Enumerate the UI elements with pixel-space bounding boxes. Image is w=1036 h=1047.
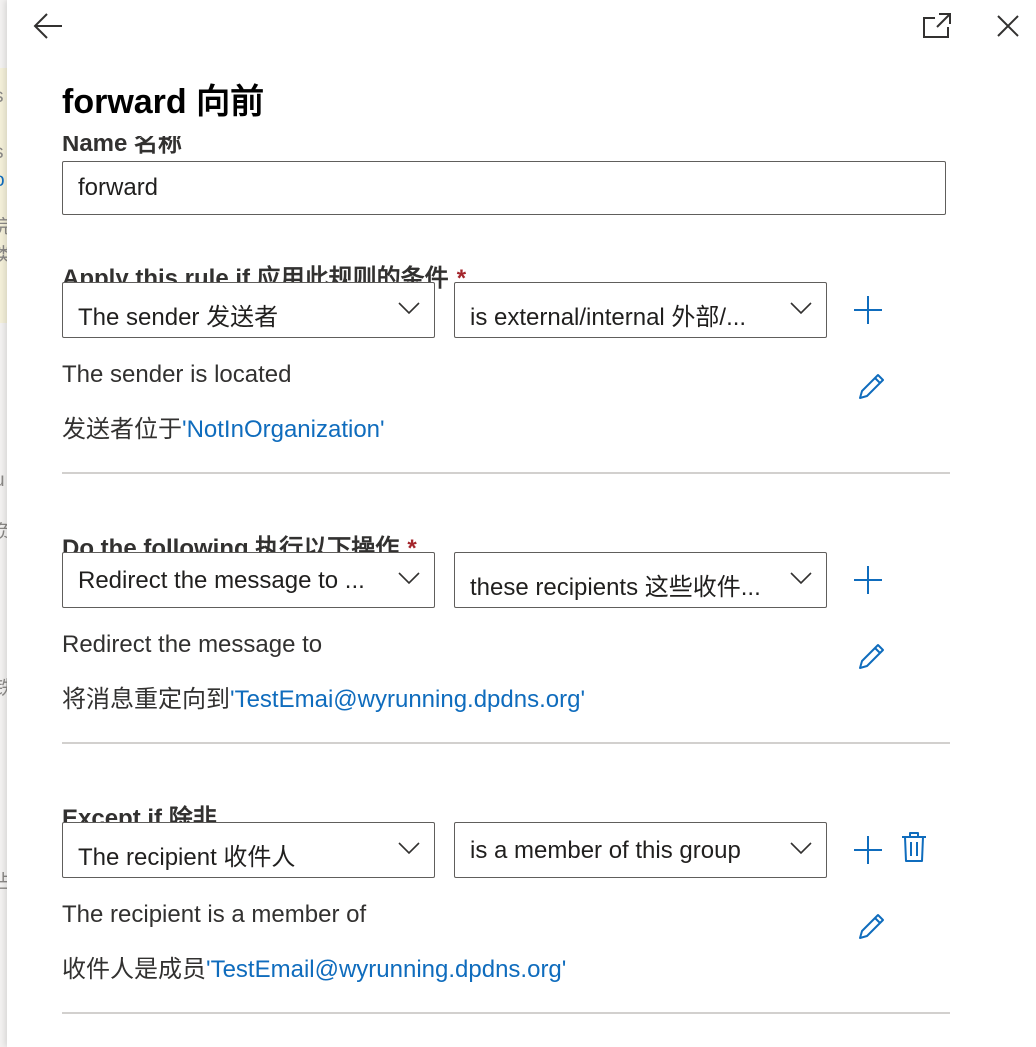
condition-type-dropdown[interactable]: The sender 发送者 [62,282,435,338]
chevron-down-icon [790,572,812,585]
background-text: s [0,86,4,108]
section-divider [62,1012,950,1014]
close-button[interactable] [996,14,1020,38]
edit-action-button[interactable] [857,641,887,676]
action-description: Redirect the message to [62,631,323,658]
background-text: 类 [0,240,7,267]
background-page: s i s o 完 类 f u 负 铁 占 [0,0,7,1047]
background-text: 负 [0,517,7,544]
chevron-down-icon [398,572,420,585]
chevron-down-icon [790,302,812,315]
delete-exception-button[interactable] [901,831,927,868]
edit-exception-button[interactable] [857,911,887,946]
plus-icon [854,836,882,864]
add-condition-button[interactable] [852,294,884,331]
open-in-new-window-icon [923,13,951,38]
dropdown-value: these recipients 这些收件... [470,574,761,601]
plus-icon [854,566,882,594]
action-section: Do the following 执行以下操作 * Redirect the me… [7,528,1036,798]
panel-title: forward 向前 [62,83,265,121]
background-text: 铁 [0,673,7,700]
dropdown-value: The sender 发送者 [78,304,279,331]
background-text: 完 [0,212,7,239]
exception-value-dropdown[interactable]: is a member of this group [454,822,827,878]
exception-section: Except if 除非 The recipient 收件人 is a memb… [7,798,1036,1047]
action-type-dropdown[interactable]: Redirect the message to ... [62,552,435,608]
background-text: 占 [0,867,7,894]
section-divider [62,742,950,744]
dropdown-value: Redirect the message to ... [78,567,365,594]
chevron-down-icon [398,842,420,855]
panel-scroll-area[interactable]: Name 名称 Apply this rule if 应用此规则的条件* The… [7,136,1036,1047]
plus-icon [854,296,882,324]
pencil-icon [859,374,884,399]
condition-section: Apply this rule if 应用此规则的条件 * The sender … [7,258,1036,528]
pencil-icon [859,644,884,669]
chevron-down-icon [790,842,812,855]
close-icon [997,15,1019,37]
rule-edit-panel: forward 向前 Name 名称 Apply this rule if 应用… [7,0,1036,1047]
condition-summary: 发送者位于'NotInOrganization' [62,409,385,444]
dropdown-value: The recipient 收件人 [78,844,296,871]
chevron-down-icon [398,302,420,315]
background-text: u [0,470,5,492]
trash-icon [902,832,926,862]
add-action-button[interactable] [852,564,884,601]
exception-type-dropdown[interactable]: The recipient 收件人 [62,822,435,878]
summary-prefix: 将消息重定向到 [62,686,230,713]
background-text: s [0,142,4,164]
summary-value-link[interactable]: 'TestEmail@wyrunning.dpdns.org' [206,956,566,983]
edit-condition-button[interactable] [857,371,887,406]
condition-description: The sender is located [62,361,292,388]
pencil-icon [859,914,884,939]
summary-prefix: 发送者位于 [62,416,182,443]
summary-value-link[interactable]: 'NotInOrganization' [182,416,385,443]
section-divider [62,472,950,474]
popout-button[interactable] [922,12,952,40]
dropdown-value: is a member of this group [470,837,741,864]
exception-description: The recipient is a member of [62,901,367,928]
back-button[interactable] [32,11,64,41]
action-summary: 将消息重定向到'TestEmai@wyrunning.dpdns.org' [62,679,585,714]
action-value-dropdown[interactable]: these recipients 这些收件... [454,552,827,608]
condition-value-dropdown[interactable]: is external/internal 外部/... [454,282,827,338]
rule-name-input[interactable] [62,161,946,215]
name-label: Name 名称 [62,136,183,157]
arrow-left-icon [33,13,62,39]
summary-value-link[interactable]: 'TestEmai@wyrunning.dpdns.org' [230,686,585,713]
summary-prefix: 收件人是成员 [62,956,206,983]
exception-summary: 收件人是成员'TestEmail@wyrunning.dpdns.org' [62,949,566,984]
add-exception-button[interactable] [852,834,884,871]
dropdown-value: is external/internal 外部/... [470,304,747,331]
background-text: o [0,170,5,192]
